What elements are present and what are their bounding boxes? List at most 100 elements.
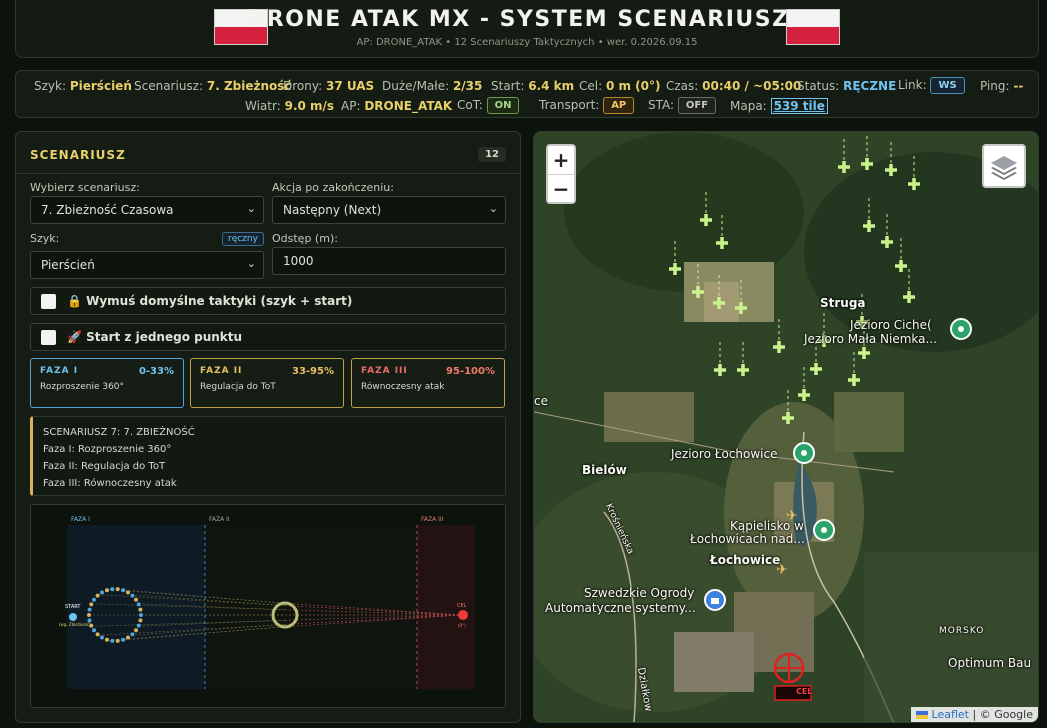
action-select-label: Akcja po zakończeniu: <box>272 181 394 194</box>
drone-dot <box>130 593 135 598</box>
status-ping: Ping: -- <box>980 79 1024 93</box>
phase-card-2[interactable]: FAZA II 33-95% Regulacja do ToT <box>190 358 344 408</box>
scenario-panel: SCENARIUSZ 12 Wybierz scenariusz: 7. Zbi… <box>15 131 521 723</box>
phase1-zone <box>67 525 205 689</box>
map-label-kapielisko1: Kąpielisko w <box>730 519 804 533</box>
start-point <box>69 613 77 621</box>
status-drones: Drony: 37 UAS <box>283 79 375 93</box>
app-title: DRONE ATAK MX - SYSTEM SCENARIUSZY <box>246 7 808 32</box>
link-badge[interactable]: WS <box>930 77 965 94</box>
sta-toggle[interactable]: OFF <box>677 97 717 114</box>
drone-dot <box>115 587 120 592</box>
map-label-kapielisko2: Łochowicach nad... <box>690 532 805 546</box>
action-select[interactable]: Następny (Next) ⌄ <box>272 196 506 224</box>
zoom-control: + − <box>546 144 576 204</box>
zoom-out-button[interactable]: − <box>548 175 574 203</box>
formation-select[interactable]: Pierścień ⌄ <box>30 251 264 279</box>
status-ap: AP: DRONE_ATAK <box>341 99 453 113</box>
drone-dot <box>134 597 139 602</box>
target-point <box>458 610 468 620</box>
preview-target-label: CEL <box>457 603 467 609</box>
drone-dot <box>121 588 126 593</box>
panel-title: SCENARIUSZ <box>30 148 126 162</box>
drone-dot <box>91 597 96 602</box>
drone-dot <box>87 607 92 612</box>
status-sta: STA: OFF <box>648 97 717 114</box>
preview-phase2-label: FAZA II <box>209 516 230 523</box>
preview-target-sub: (0°) <box>458 623 466 628</box>
formation-select-label: Szyk: <box>30 232 60 245</box>
drone-dot <box>126 635 130 640</box>
app-header: DRONE ATAK MX - SYSTEM SCENARIUSZY AP: D… <box>15 0 1039 58</box>
zoom-in-button[interactable]: + <box>548 146 574 174</box>
scenario-count-badge: 12 <box>478 147 506 162</box>
drone-dot <box>89 602 94 607</box>
status-mode: Status: RĘCZNE <box>797 79 897 93</box>
scenario-select[interactable]: 7. Zbieżność Czasowa ⌄ <box>30 196 264 224</box>
status-start: Start: 6.4 km <box>491 79 575 93</box>
cot-toggle[interactable]: ON <box>486 97 520 114</box>
chevron-down-icon: ⌄ <box>246 257 256 270</box>
manual-badge[interactable]: ręczny <box>222 232 264 246</box>
map-tiles-link[interactable]: 539 tile <box>770 98 828 114</box>
phase-card-1[interactable]: FAZA I 0-33% Rozproszenie 360° <box>30 358 184 408</box>
map-label-lochowice: Łochowice <box>710 553 781 567</box>
drone-dot <box>104 588 109 593</box>
spacing-label: Odstęp (m): <box>272 232 338 245</box>
map-label-ce: ce <box>534 394 548 408</box>
drone-dot <box>139 613 143 617</box>
drone-dot <box>104 637 109 642</box>
drone-dot <box>95 632 100 637</box>
drone-dot <box>136 602 141 607</box>
force-defaults-row[interactable]: 🔒 Wymuś domyślne taktyki (szyk + start) <box>30 287 506 315</box>
transport-toggle[interactable]: AP <box>603 97 635 114</box>
map-label-optimum: Optimum Bau <box>948 656 1032 670</box>
single-start-label: 🚀 Start z jednego punktu <box>67 330 243 344</box>
drone-dot <box>100 635 104 640</box>
drone-dot <box>138 607 143 612</box>
status-time: Czas: 00:40 / ~05:00 <box>666 79 802 93</box>
map-label-struga: Struga <box>820 296 866 310</box>
status-transport: Transport: AP <box>539 97 635 114</box>
drone-dot <box>87 613 91 617</box>
drone-dot <box>130 632 135 637</box>
poland-flag-right <box>786 9 840 45</box>
status-link: Link: WS <box>898 77 965 94</box>
chevron-down-icon: ⌄ <box>488 202 498 215</box>
ukraine-flag-icon <box>916 711 929 719</box>
status-map: Mapa: 539 tile <box>730 98 828 114</box>
single-start-checkbox[interactable] <box>41 330 56 345</box>
map-label-morsko: MORSKO <box>939 626 985 636</box>
drone-dot <box>115 638 120 643</box>
drone-dot <box>100 590 104 595</box>
leaflet-link[interactable]: Leaflet <box>932 708 969 721</box>
spacing-input[interactable]: 1000 <box>272 247 506 275</box>
status-target: Cel: 0 m (0°) <box>579 79 661 93</box>
map-label-lake1: Jezioro Ciche( <box>850 318 932 332</box>
map-attribution: Leaflet | © Google <box>911 707 1038 722</box>
map-target-label: CEL <box>796 687 813 696</box>
status-formation: Szyk: Pierścień <box>34 79 132 93</box>
status-scenario: Scenariusz: 7. Zbieżność <box>134 79 292 93</box>
preview-start-label: START <box>65 604 81 610</box>
single-start-row[interactable]: 🚀 Start z jednego punktu <box>30 323 506 351</box>
map-view[interactable]: ✈ ✈ + − Struga Jezioro Ciche( Jezioro Ma… <box>533 131 1039 723</box>
chevron-down-icon: ⌄ <box>246 202 256 215</box>
map-label-bielow: Bielów <box>582 463 627 477</box>
status-wind: Wiatr: 9.0 m/s <box>245 99 335 113</box>
drone-dot <box>138 618 143 623</box>
scenario-description: SCENARIUSZ 7: 7. ZBIEŻNOŚĆ Faza I: Rozpr… <box>30 416 506 496</box>
app-subtitle: AP: DRONE_ATAK • 12 Scenariuszy Taktyczn… <box>356 37 698 48</box>
preview-phase3-label: FAZA III <box>421 516 444 523</box>
drone-dot <box>136 623 141 628</box>
drone-dot <box>91 628 96 633</box>
map-label-lake2: Jezioro Mała Niemka... <box>804 332 937 346</box>
status-bigsmall: Duże/Małe: 2/35 <box>382 79 483 93</box>
force-defaults-checkbox[interactable] <box>41 294 56 309</box>
status-cot: CoT: ON <box>457 97 520 114</box>
layers-button[interactable] <box>982 144 1026 188</box>
force-defaults-label: 🔒 Wymuś domyślne taktyki (szyk + start) <box>67 294 353 308</box>
drone-dot <box>121 637 126 642</box>
map-label-lochowice-lake: Jezioro Łochowice <box>671 447 778 461</box>
phase-card-3[interactable]: FAZA III 95-100% Równoczesny atak <box>351 358 505 408</box>
